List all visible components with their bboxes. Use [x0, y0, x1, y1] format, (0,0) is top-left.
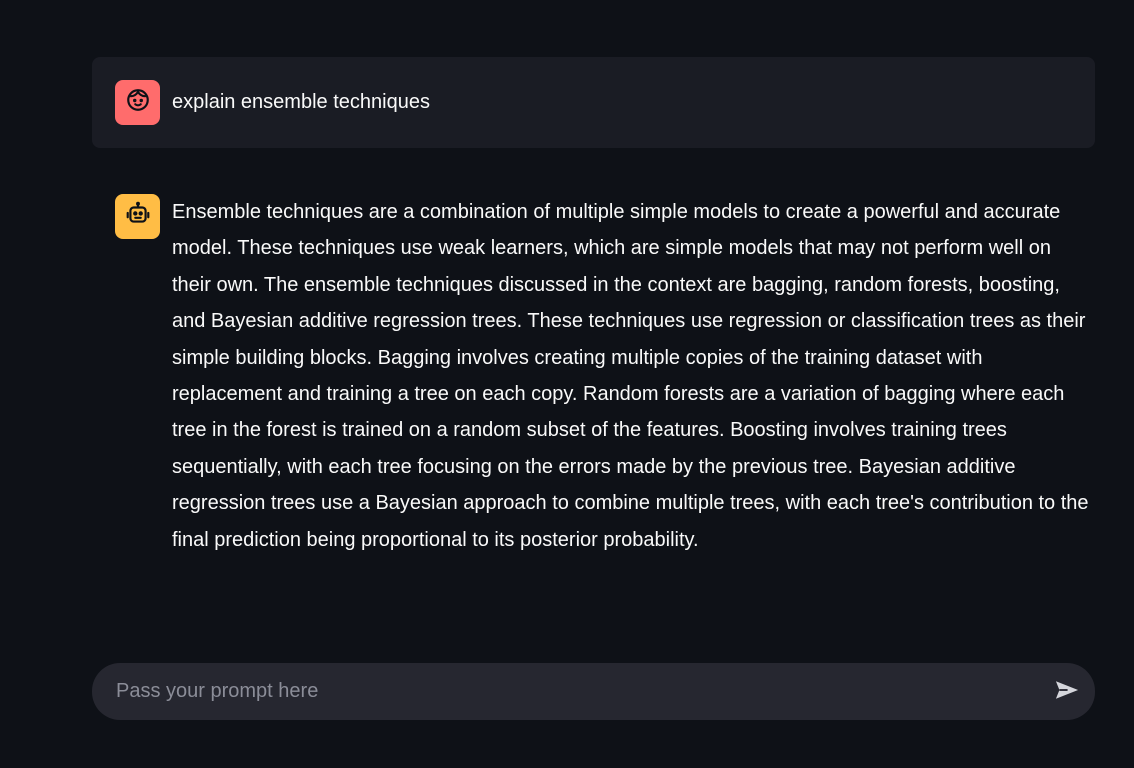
assistant-avatar	[115, 194, 160, 239]
assistant-message-text: Ensemble techniques are a combination of…	[172, 201, 1089, 551]
user-message-text: explain ensemble techniques	[172, 91, 430, 113]
send-icon	[1053, 676, 1081, 709]
user-face-icon	[125, 87, 151, 118]
chat-input-bar	[92, 663, 1095, 720]
prompt-input[interactable]	[116, 663, 1016, 720]
send-button[interactable]	[1051, 676, 1083, 708]
user-avatar	[115, 80, 160, 125]
chat-app: explain ensemble techniques Ensemble tec…	[0, 0, 1134, 768]
user-message: explain ensemble techniques	[92, 57, 1095, 148]
robot-icon	[125, 201, 151, 232]
